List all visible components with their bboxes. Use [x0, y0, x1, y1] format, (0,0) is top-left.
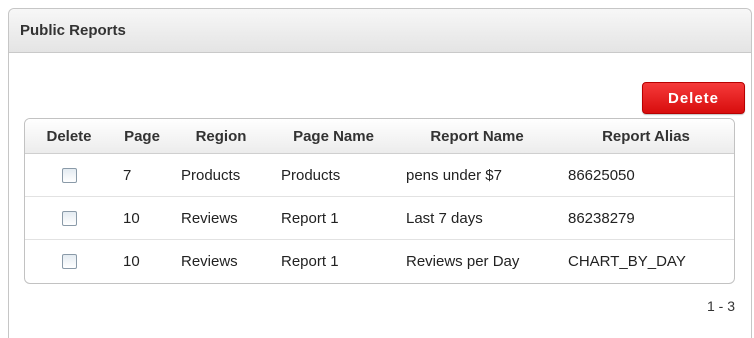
page-name-cell: Products — [271, 153, 396, 197]
region-header: Public Reports — [9, 9, 751, 53]
report-name-cell: pens under $7 — [396, 153, 558, 197]
region-cell: Products — [171, 153, 271, 197]
page-cell: 10 — [113, 196, 171, 240]
row-delete-checkbox[interactable] — [61, 168, 77, 184]
delete-cell — [25, 153, 113, 197]
row-delete-checkbox[interactable] — [61, 211, 77, 227]
public-reports-region: Public Reports Delete Delete Page Region… — [8, 8, 752, 338]
region-title: Public Reports — [20, 22, 126, 39]
delete-cell — [25, 196, 113, 240]
page-cell: 7 — [113, 153, 171, 197]
page-name-cell: Report 1 — [281, 252, 339, 270]
region-cell: Reviews — [171, 196, 271, 240]
region-cell: Reviews — [181, 252, 238, 270]
report-name-cell: Reviews per Day — [406, 252, 520, 270]
reports-table-container: Delete Page Region Page Name Report Name… — [24, 118, 735, 284]
report-alias-cell: 86625050 — [558, 153, 734, 197]
column-header-page[interactable]: Page — [113, 119, 171, 154]
pagination-range: 1 - 3 — [706, 298, 735, 314]
column-header-delete[interactable]: Delete — [25, 119, 113, 154]
column-header-report-alias[interactable]: Report Alias — [558, 119, 734, 154]
table-row: 10 Reviews Report 1 Last 7 days 86238279 — [25, 196, 734, 240]
delete-button[interactable]: Delete — [642, 82, 745, 114]
reports-table: Delete Page Region Page Name Report Name… — [25, 119, 734, 282]
table-header-row: Delete Page Region Page Name Report Name… — [25, 119, 734, 154]
page-name-cell: Report 1 — [271, 196, 396, 240]
report-alias-cell: 86238279 — [558, 196, 734, 240]
report-name-cell: Last 7 days — [396, 196, 558, 240]
column-header-page-name[interactable]: Page Name — [271, 119, 396, 154]
table-row: 7 Products Products pens under $7 866250… — [25, 153, 734, 197]
page-cell: 10 — [123, 252, 140, 270]
table-row: 10 Reviews Report 1 Reviews per Day CHAR… — [25, 240, 734, 283]
column-header-report-name[interactable]: Report Name — [396, 119, 558, 154]
report-alias-cell: CHART_BY_DAY — [568, 252, 686, 270]
delete-cell — [25, 240, 113, 283]
column-header-region[interactable]: Region — [171, 119, 271, 154]
row-delete-checkbox[interactable] — [61, 254, 77, 270]
